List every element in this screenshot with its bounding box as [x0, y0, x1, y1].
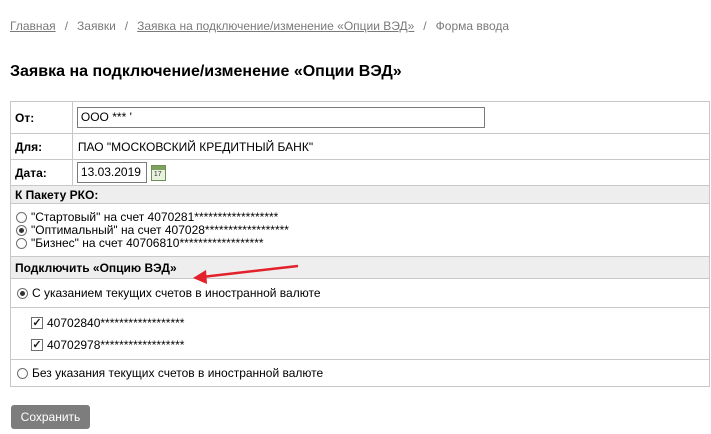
breadcrumb-home-link[interactable]: Главная: [10, 19, 56, 33]
date-label: Дата:: [10, 159, 73, 186]
package-option[interactable]: "Бизнес" на счет 40706810***************…: [16, 235, 705, 250]
package-label: "Бизнес" на счет 40706810***************…: [31, 235, 264, 250]
to-value: ПАО "МОСКОВСКИЙ КРЕДИТНЫЙ БАНК": [71, 133, 711, 160]
from-label: От:: [10, 101, 73, 134]
save-button[interactable]: Сохранить: [11, 405, 90, 429]
without-accounts-radio[interactable]: [17, 368, 28, 380]
connect-option-header: Подключить «Опцию ВЭД»: [10, 256, 710, 279]
from-input[interactable]: ООО *** ': [76, 107, 485, 128]
date-input[interactable]: 13.03.2019: [76, 162, 147, 183]
without-accounts-label: Без указания текущих счетов в иностранно…: [32, 366, 324, 380]
with-accounts-row: С указанием текущих счетов в иностранной…: [10, 278, 710, 308]
with-accounts-label: С указанием текущих счетов в иностранной…: [32, 286, 321, 300]
date-row: Дата: 13.03.2019 17: [10, 159, 711, 186]
with-accounts-radio[interactable]: [17, 288, 28, 300]
account-checkbox[interactable]: ✓: [31, 317, 43, 330]
package-radio[interactable]: [16, 237, 27, 249]
breadcrumb: Главная / Заявки / Заявка на подключение/изм…: [10, 19, 509, 33]
package-options-row: "Стартовый" на счет 4070281*************…: [10, 203, 710, 257]
breadcrumb-current-page: Форма ввода: [435, 19, 510, 33]
page-title: Заявка на подключение/изменение «Опции В…: [10, 63, 402, 80]
package-label: "Стартовый" на счет 4070281*************…: [31, 209, 279, 224]
breadcrumb-separator: /: [423, 19, 427, 33]
package-radio[interactable]: [16, 211, 27, 223]
account-label: 40702840******************: [47, 315, 185, 330]
package-header: К Пакету РКО:: [10, 185, 710, 204]
without-accounts-option[interactable]: Без указания текущих счетов в иностранно…: [10, 359, 710, 387]
request-form: От: ООО *** ' Для: ПАО "МОСКОВСКИЙ КРЕДИ…: [10, 101, 711, 387]
account-list: ✓ 40702840****************** ✓ 40702978****…: [10, 307, 710, 360]
accounts-row: ✓ 40702840****************** ✓ 40702978****…: [10, 307, 710, 360]
calendar-icon[interactable]: 17: [150, 164, 166, 181]
connect-header-row: Подключить «Опцию ВЭД»: [10, 256, 710, 279]
without-accounts-row: Без указания текущих счетов в иностранно…: [10, 359, 710, 387]
breadcrumb-separator: /: [124, 19, 129, 33]
account-item[interactable]: ✓ 40702978******************: [31, 334, 709, 356]
account-label: 40702978******************: [47, 337, 185, 352]
account-item[interactable]: ✓ 40702840******************: [31, 312, 709, 334]
account-checkbox[interactable]: ✓: [31, 339, 43, 352]
breadcrumb-requests: Заявки: [77, 19, 116, 33]
to-row: Для: ПАО "МОСКОВСКИЙ КРЕДИТНЫЙ БАНК": [10, 133, 711, 160]
to-label: Для:: [10, 133, 73, 160]
package-label: "Оптимальный" на счет 407028************…: [31, 222, 289, 237]
breadcrumb-request-link[interactable]: Заявка на подключение/изменение «Опции В…: [137, 19, 414, 33]
breadcrumb-separator: /: [64, 19, 69, 33]
with-accounts-option[interactable]: С указанием текущих счетов в иностранной…: [10, 278, 710, 308]
package-header-row: К Пакету РКО:: [10, 185, 710, 204]
package-options: "Стартовый" на счет 4070281*************…: [10, 203, 710, 257]
calendar-day: 17: [153, 170, 162, 178]
package-radio[interactable]: [16, 224, 27, 236]
from-row: От: ООО *** ': [10, 101, 711, 134]
